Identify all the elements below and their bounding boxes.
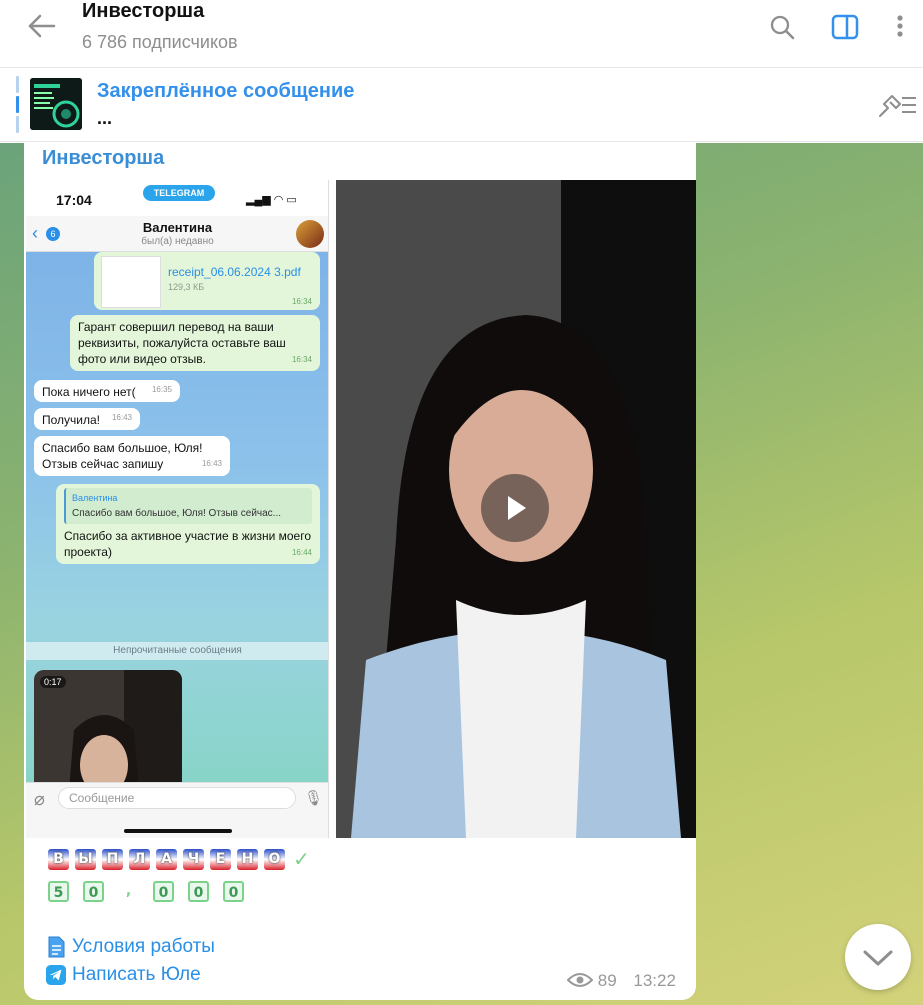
emoji-digit: 0: [153, 881, 174, 902]
phone-time: 17:04: [56, 192, 92, 208]
quoted-name: Валентина: [72, 493, 118, 503]
phone-file-message: receipt_06.06.2024 3.pdf 129,3 КБ 16:34: [94, 252, 320, 310]
pinned-text: ...: [97, 108, 113, 128]
phone-chat-header: ‹ 6 Валентина был(а) недавно: [26, 216, 328, 252]
message-text: Спасибо вам большое, Юля! Отзыв сейчас з…: [42, 441, 203, 471]
telegram-icon: [46, 965, 66, 985]
paperclip-icon: ⌀: [34, 789, 45, 809]
emoji-letter: В: [48, 849, 69, 870]
file-name: receipt_06.06.2024 3.pdf: [168, 265, 301, 279]
phone-input-bar: ⌀ Сообщение 🎙: [26, 782, 328, 838]
more-vertical-icon: [897, 15, 903, 37]
phone-chat-area: receipt_06.06.2024 3.pdf 129,3 КБ 16:34 …: [26, 252, 328, 782]
document-icon: [48, 936, 65, 958]
pinned-thumbnail: [30, 78, 82, 130]
telegram-pill: TELEGRAM: [143, 185, 215, 201]
microphone-icon: 🎙: [304, 790, 324, 807]
emoji-letter: Ч: [183, 849, 204, 870]
channel-title[interactable]: Инвесторша: [82, 0, 204, 23]
chevron-down-icon: [863, 950, 893, 966]
side-panel-button[interactable]: [828, 10, 862, 44]
message-text: Гарант совершил перевод на ваши реквизит…: [78, 320, 286, 366]
signal-icons: ▂▄▆ ◠ ▭: [246, 194, 297, 206]
conditions-link-label: Условия работы: [72, 936, 215, 958]
screenshot-image[interactable]: 17:04 TELEGRAM ▂▄▆ ◠ ▭ ‹ 6 Валентина был…: [26, 180, 329, 838]
emoji-digit: 0: [223, 881, 244, 902]
phone-video-message: 0:17: [34, 670, 182, 782]
back-button[interactable]: [22, 8, 62, 44]
chat-header: Инвесторша 6 786 подписчиков: [0, 0, 923, 68]
emoji-digit: 0: [188, 881, 209, 902]
conditions-link[interactable]: Условия работы: [46, 936, 215, 958]
arrow-left-icon: [28, 14, 56, 38]
phone-reply-message: Валентина Спасибо вам большое, Юля! Отзы…: [56, 484, 320, 564]
emoji-letter: Ы: [75, 849, 96, 870]
emoji-letter: А: [156, 849, 177, 870]
phone-contact-status: был(а) недавно: [141, 236, 214, 247]
scroll-to-bottom-button[interactable]: [845, 924, 911, 990]
post-time: 13:22: [633, 971, 676, 990]
pinned-message-bar[interactable]: Закреплённое сообщение ...: [0, 68, 923, 142]
emoji-letter: Л: [129, 849, 150, 870]
phone-message-field: Сообщение: [58, 787, 296, 809]
emoji-letter: П: [102, 849, 123, 870]
quoted-text: Спасибо вам большое, Юля! Отзыв сейчас..…: [72, 508, 282, 519]
pinned-list-button[interactable]: [872, 90, 918, 122]
message-time: 16:44: [291, 548, 312, 557]
write-link-label: Написать Юле: [72, 964, 201, 986]
message-text: Пока ничего нет(: [42, 385, 136, 399]
play-button[interactable]: [481, 474, 549, 542]
pin-list-icon: [879, 95, 916, 117]
phone-message: Гарант совершил перевод на ваши реквизит…: [70, 315, 320, 371]
subscriber-count: 6 786 подписчиков: [82, 32, 238, 52]
message-time: 16:43: [201, 459, 222, 468]
video-duration: 0:17: [40, 676, 66, 688]
phone-status-bar: 17:04 TELEGRAM ▂▄▆ ◠ ▭: [26, 180, 328, 216]
channel-post: Инвесторша 17:04 TELEGRAM ▂▄▆ ◠ ▭ ‹ 6 Ва…: [24, 143, 696, 1000]
quoted-block: Валентина Спасибо вам большое, Юля! Отзы…: [64, 488, 312, 524]
message-text: Спасибо за активное участие в жизни моег…: [64, 529, 311, 559]
more-menu-button[interactable]: [885, 10, 915, 44]
file-time: 16:34: [291, 297, 312, 306]
sidebar-toggle-icon: [831, 14, 859, 40]
phone-message: Спасибо вам большое, Юля! Отзыв сейчас з…: [34, 436, 230, 476]
pinned-title: Закреплённое сообщение: [97, 80, 355, 102]
home-indicator: [124, 829, 232, 833]
emoji-letter: Н: [237, 849, 258, 870]
unread-divider: Непрочитанные сообщения: [26, 642, 328, 660]
file-size: 129,3 КБ: [168, 282, 205, 292]
search-icon: [770, 15, 795, 40]
phone-message: Получила! 16:43: [34, 408, 140, 430]
emoji-letter: Е: [210, 849, 231, 870]
emoji-digit: 5: [48, 881, 69, 902]
message-time: 16:34: [291, 355, 312, 364]
emoji-text-amount: 5 0 , 0 0 0: [48, 881, 244, 902]
emoji-comma: ,: [125, 883, 132, 899]
post-sender[interactable]: Инвесторша: [42, 147, 164, 170]
post-meta: 89 13:22: [566, 971, 676, 991]
write-link[interactable]: Написать Юле: [46, 964, 201, 986]
file-thumbnail: [101, 256, 161, 308]
video-player[interactable]: [336, 180, 696, 838]
phone-contact-name: Валентина: [142, 220, 213, 235]
pinned-indicator: [16, 76, 20, 134]
message-time: 16:43: [111, 413, 132, 422]
search-button[interactable]: [765, 10, 799, 44]
phone-avatar: [296, 220, 324, 248]
eye-icon: [566, 973, 594, 987]
check-badge-icon: ✓: [293, 847, 310, 871]
emoji-text-paid: В Ы П Л А Ч Е Н О ✓: [48, 849, 312, 870]
message-text: Получила!: [42, 413, 101, 427]
view-count: 89: [597, 971, 617, 990]
phone-message: Пока ничего нет( 16:35: [34, 380, 180, 402]
emoji-digit: 0: [83, 881, 104, 902]
message-time: 16:35: [151, 385, 172, 394]
emoji-letter: О: [264, 849, 285, 870]
